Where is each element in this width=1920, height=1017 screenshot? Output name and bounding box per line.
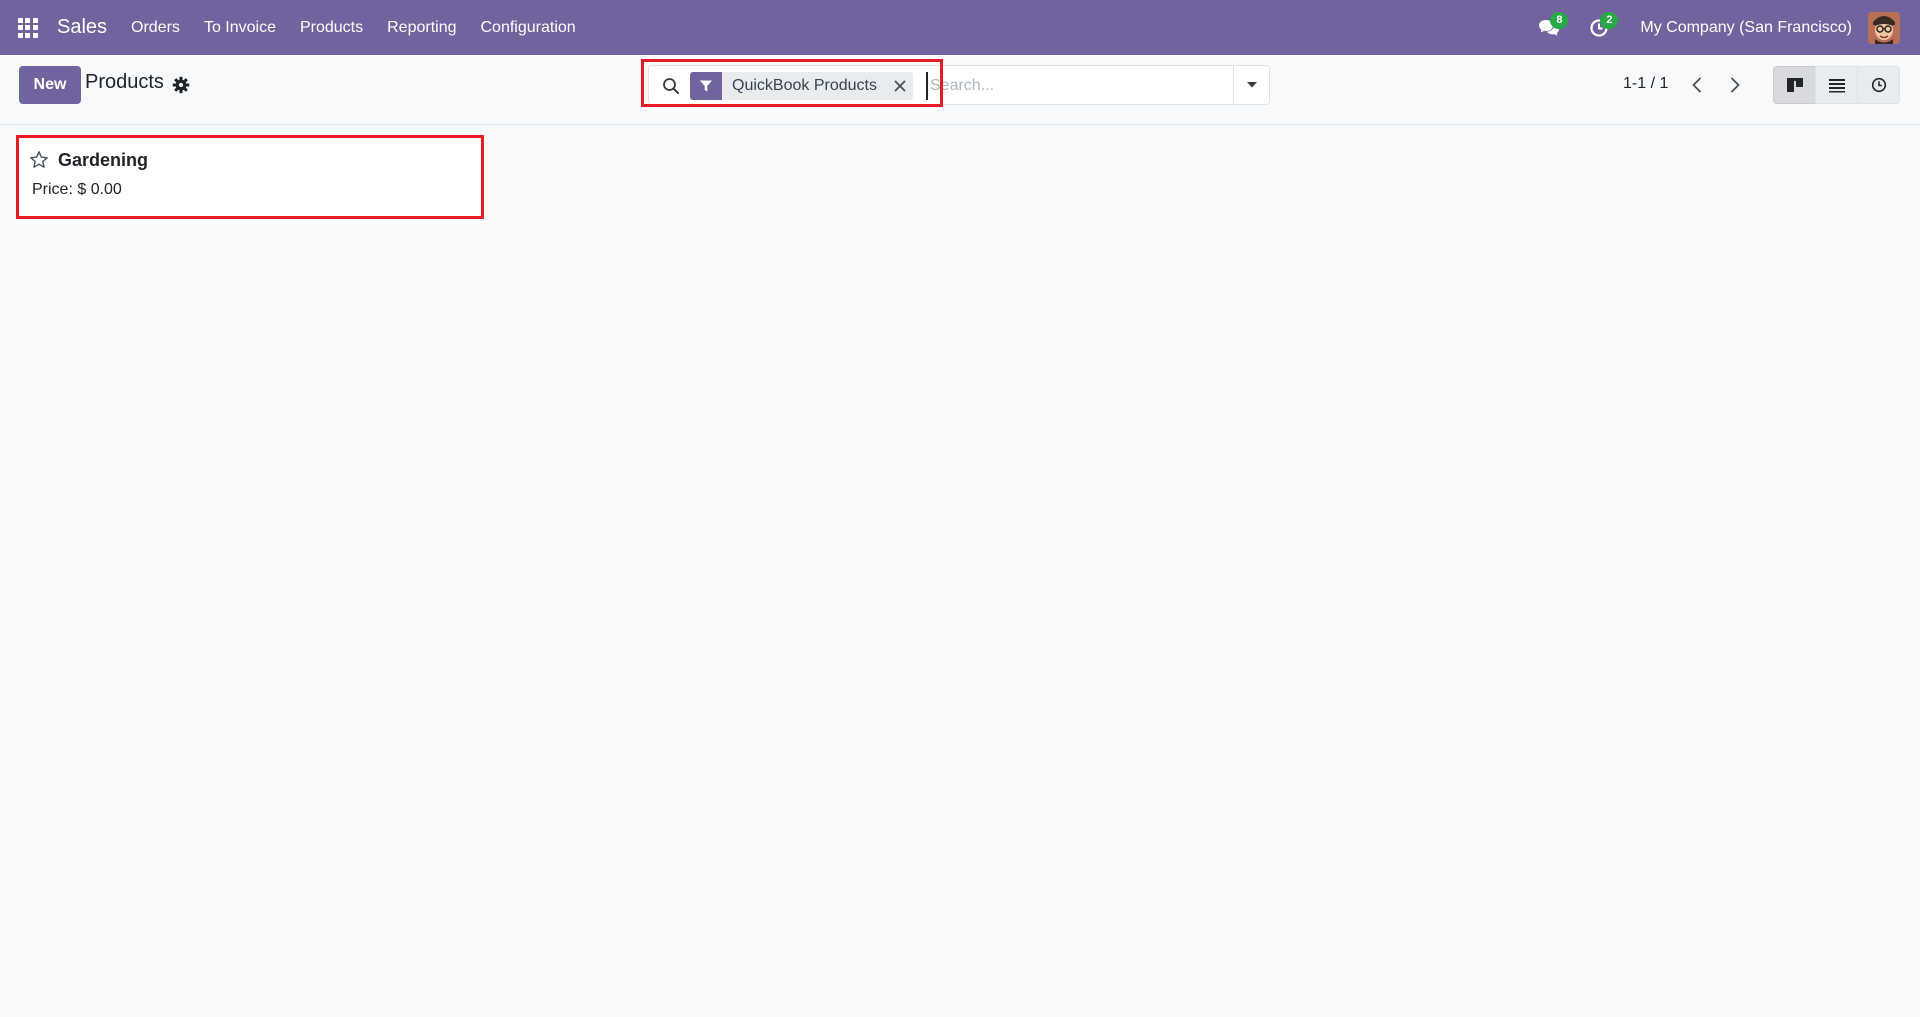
pager-previous-button[interactable] bbox=[1680, 68, 1714, 102]
page-title: Products bbox=[85, 71, 164, 93]
chevron-left-icon bbox=[1692, 77, 1702, 93]
filter-icon bbox=[690, 72, 722, 100]
pager-next-button[interactable] bbox=[1718, 68, 1752, 102]
top-navbar: Sales Orders To Invoice Products Reporti… bbox=[0, 0, 1920, 55]
search-options-toggle[interactable] bbox=[1233, 66, 1269, 104]
clock-icon bbox=[1871, 77, 1886, 93]
kanban-icon bbox=[1786, 78, 1803, 92]
activities-badge: 2 bbox=[1600, 12, 1619, 29]
apps-menu-icon[interactable] bbox=[0, 0, 55, 55]
search-facet: QuickBook Products bbox=[690, 72, 913, 100]
menu-to-invoice[interactable]: To Invoice bbox=[192, 0, 288, 55]
kanban-record-card[interactable]: Gardening Price: $ 0.00 bbox=[16, 135, 484, 219]
caret-down-icon bbox=[1246, 82, 1257, 88]
messages-badge: 8 bbox=[1550, 12, 1569, 29]
record-price: Price: $ 0.00 bbox=[32, 181, 122, 198]
menu-configuration[interactable]: Configuration bbox=[469, 0, 588, 55]
activity-view-button[interactable] bbox=[1857, 66, 1900, 104]
activities-button[interactable]: 2 bbox=[1574, 0, 1624, 55]
menu-reporting[interactable]: Reporting bbox=[375, 0, 468, 55]
avatar-face-icon bbox=[1868, 11, 1900, 44]
kanban-view-button[interactable] bbox=[1773, 66, 1816, 104]
record-name: Gardening bbox=[58, 150, 149, 170]
new-button[interactable]: New bbox=[19, 66, 81, 104]
list-icon bbox=[1828, 79, 1845, 93]
search-icon bbox=[663, 78, 679, 94]
menu-products[interactable]: Products bbox=[288, 0, 375, 55]
view-switcher bbox=[1773, 66, 1900, 104]
app-brand[interactable]: Sales bbox=[57, 16, 107, 39]
control-panel: New Products QuickBook Products Search..… bbox=[0, 55, 1920, 125]
search-input[interactable] bbox=[926, 72, 1226, 100]
messages-button[interactable]: 8 bbox=[1524, 0, 1574, 55]
search-bar: QuickBook Products bbox=[648, 65, 1270, 105]
menu-orders[interactable]: Orders bbox=[119, 0, 192, 55]
star-icon[interactable] bbox=[29, 150, 49, 170]
facet-label: QuickBook Products bbox=[732, 77, 877, 94]
pager-value[interactable]: 1-1 / 1 bbox=[1623, 75, 1668, 93]
chevron-right-icon bbox=[1730, 77, 1740, 93]
list-view-button[interactable] bbox=[1815, 66, 1858, 104]
company-switcher[interactable]: My Company (San Francisco) bbox=[1624, 19, 1868, 37]
gear-icon[interactable] bbox=[172, 76, 190, 94]
facet-remove-icon[interactable] bbox=[887, 72, 913, 100]
user-avatar[interactable] bbox=[1868, 11, 1900, 44]
systray: 8 2 My Company (San Francisco) bbox=[1524, 0, 1920, 55]
